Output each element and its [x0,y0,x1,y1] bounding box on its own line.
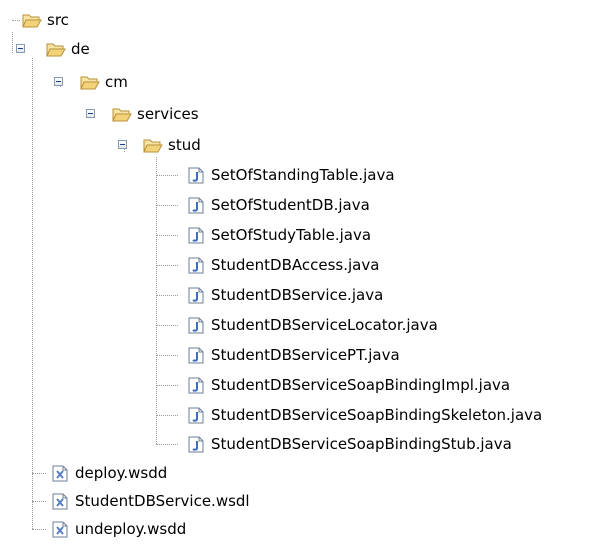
tree-connector [60,86,61,87]
tree-connector [156,175,178,176]
tree-node-label: deploy.wsdd [75,464,168,482]
java-file-icon [186,257,206,274]
java-file-icon [186,227,206,244]
collapse-toggle-stud[interactable] [118,140,127,149]
tree-node-label: src [47,11,69,29]
tree-node-services[interactable]: services [112,102,199,126]
tree-connector [156,157,157,444]
java-file-icon [186,287,206,304]
tree-node-java-file[interactable]: StudentDBServicePT.java [186,343,400,367]
project-explorer-tree: src de cm services stud SetOfStandingTab… [0,0,589,545]
tree-node-label: StudentDBServiceSoapBindingStub.java [211,435,512,453]
tree-connector [12,32,13,53]
tree-node-xml-file[interactable]: undeploy.wsdd [50,517,186,541]
tree-node-cm[interactable]: cm [80,70,128,94]
tree-connector [156,415,178,416]
java-file-icon [186,436,206,453]
folder-open-icon [143,137,163,154]
collapse-toggle-de[interactable] [16,44,25,53]
tree-connector [32,501,46,502]
xml-file-icon [50,493,70,510]
tree-node-label: StudentDBServicePT.java [211,346,400,364]
folder-open-icon [112,106,132,123]
tree-connector [156,325,178,326]
tree-connector [32,529,46,530]
java-file-icon [186,167,206,184]
collapse-toggle-cm[interactable] [54,77,63,86]
java-file-icon [186,317,206,334]
tree-node-label: StudentDBServiceSoapBindingSkeleton.java [211,406,543,424]
tree-node-java-file[interactable]: StudentDBServiceSoapBindingSkeleton.java [186,403,542,427]
tree-node-java-file[interactable]: StudentDBServiceSoapBindingStub.java [186,432,512,456]
folder-open-icon [22,12,42,29]
tree-connector [156,355,178,356]
collapse-toggle-services[interactable] [86,109,95,118]
tree-node-java-file[interactable]: SetOfStudyTable.java [186,223,371,247]
tree-connector [156,265,178,266]
tree-node-xml-file[interactable]: StudentDBService.wsdl [50,489,250,513]
tree-node-label: SetOfStandingTable.java [211,166,395,184]
tree-connector [156,295,178,296]
tree-node-de[interactable]: de [46,37,90,61]
tree-connector [32,58,33,529]
tree-node-label: de [71,40,90,58]
tree-node-label: cm [105,73,128,91]
tree-connector [156,444,178,445]
tree-connector [156,385,178,386]
tree-connector [156,205,178,206]
java-file-icon [186,407,206,424]
tree-node-label: StudentDBServiceLocator.java [211,316,438,334]
tree-node-java-file[interactable]: StudentDBServiceLocator.java [186,313,438,337]
tree-connector [156,235,178,236]
xml-file-icon [50,465,70,482]
tree-node-java-file[interactable]: StudentDBAccess.java [186,253,379,277]
tree-node-java-file[interactable]: SetOfStudentDB.java [186,193,370,217]
tree-node-java-file[interactable]: SetOfStandingTable.java [186,163,395,187]
tree-node-label: StudentDBServiceSoapBindingImpl.java [211,376,511,394]
tree-node-java-file[interactable]: StudentDBService.java [186,283,383,307]
tree-node-stud[interactable]: stud [143,133,201,157]
tree-node-label: StudentDBService.java [211,286,384,304]
tree-node-java-file[interactable]: StudentDBServiceSoapBindingImpl.java [186,373,510,397]
java-file-icon [186,197,206,214]
tree-node-label: StudentDBService.wsdl [75,492,250,510]
tree-connector [32,473,46,474]
java-file-icon [186,377,206,394]
tree-node-label: undeploy.wsdd [75,520,187,538]
tree-node-label: SetOfStudyTable.java [211,226,372,244]
tree-node-label: SetOfStudentDB.java [211,196,370,214]
tree-node-label: stud [168,136,201,154]
java-file-icon [186,347,206,364]
folder-open-icon [46,41,66,58]
tree-node-xml-file[interactable]: deploy.wsdd [50,461,167,485]
tree-node-src[interactable]: src [22,8,69,32]
tree-node-label: StudentDBAccess.java [211,256,380,274]
tree-node-label: services [137,105,199,123]
folder-open-icon [80,74,100,91]
tree-connector [12,20,20,21]
xml-file-icon [50,521,70,538]
